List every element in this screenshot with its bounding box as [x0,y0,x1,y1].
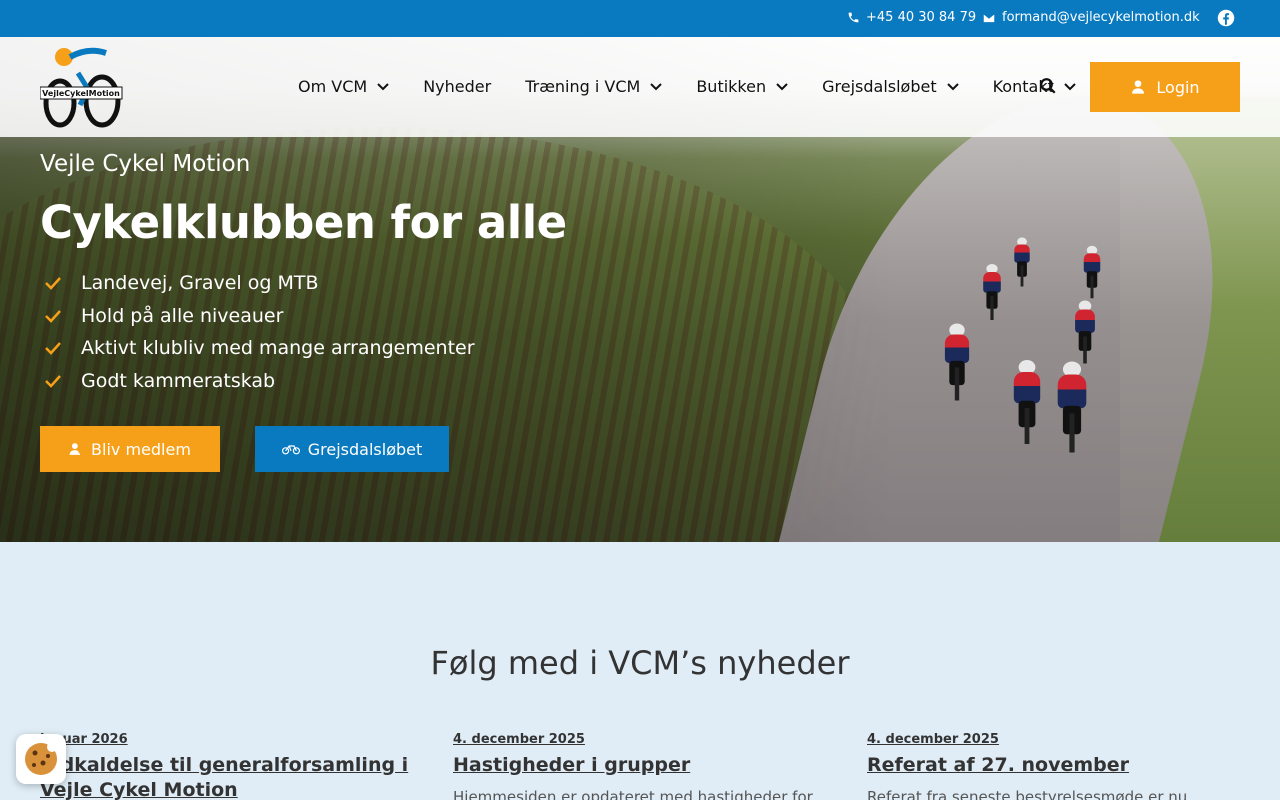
email-link[interactable]: formand@vejlecykelmotion.dk [982,10,1200,25]
nav-label: Nyheder [423,77,492,96]
button-label: Bliv medlem [91,439,191,459]
facebook-link[interactable] [1217,9,1235,27]
nav-item-traening[interactable]: Træning i VCM [525,77,663,96]
news-date[interactable]: 4. december 2025 [453,732,833,747]
news-title[interactable]: Hastigheder i grupper [453,753,833,778]
news-date[interactable]: januar 2026 [40,732,420,747]
bullet-text: Hold på alle niveauer [81,304,284,327]
chevron-down-icon [1064,82,1076,90]
user-plus-icon [69,443,82,455]
grejsdalslobet-button[interactable]: Grejsdalsløbet [255,426,449,472]
news-excerpt: Hjemmesiden er opdateret med hastigheder… [453,788,813,800]
user-icon [1132,80,1145,94]
chevron-down-icon [650,82,663,90]
login-button[interactable]: Login [1090,62,1240,112]
news-date[interactable]: 4. december 2025 [867,732,1247,747]
list-item: Godt kammeratskab [45,365,475,398]
nav-item-om-vcm[interactable]: Om VCM [298,77,389,96]
cookie-icon [25,742,57,775]
logo-text: VejleCykelMotion [42,89,120,98]
site-header: VejleCykelMotion Om VCM Nyheder Træning … [0,37,1280,137]
phone-icon [848,12,859,23]
search-button[interactable] [1039,77,1057,99]
list-item: Aktivt klubliv med mange arrangementer [45,332,475,365]
news-title[interactable]: Indkaldelse til generalforsamling i Vejl… [40,753,420,800]
news-card: januar 2026 Indkaldelse til generalforsa… [40,732,420,800]
nav-label: Om VCM [298,77,368,96]
check-icon [45,277,61,291]
phone-number: +45 40 30 84 79 [866,10,977,25]
news-title[interactable]: Referat af 27. november [867,753,1247,778]
nav-label: Træning i VCM [525,77,641,96]
list-item: Landevej, Gravel og MTB [45,267,475,300]
chevron-down-icon [377,82,389,90]
search-icon [1040,78,1056,94]
nav-label: Butikken [696,77,767,96]
list-item: Hold på alle niveauer [45,300,475,333]
hero-bullet-list: Landevej, Gravel og MTB Hold på alle niv… [45,267,475,397]
bicycle-icon [281,445,300,455]
top-bar: +45 40 30 84 79 formand@vejlecykelmotion… [0,0,1280,37]
chevron-down-icon [946,82,959,90]
news-card: 4. december 2025 Referat af 27. november… [867,732,1247,800]
news-excerpt: Referat fra seneste bestyrelsesmøde er n… [867,788,1188,800]
cookie-settings-button[interactable] [16,734,66,784]
check-icon [45,309,61,323]
nav-item-grejsdalslobet[interactable]: Grejsdalsløbet [822,77,959,96]
hero-headline: Cykelklubben for alle [40,196,567,249]
nav-item-nyheder[interactable]: Nyheder [423,77,491,96]
nav-item-butikken[interactable]: Butikken [696,77,788,96]
button-label: Grejsdalsløbet [307,439,423,459]
bullet-text: Aktivt klubliv med mange arrangementer [81,337,475,360]
hero-kicker: Vejle Cykel Motion [40,151,251,177]
become-member-button[interactable]: Bliv medlem [40,426,220,472]
bullet-text: Godt kammeratskab [81,369,276,392]
chevron-down-icon [776,82,788,90]
bullet-text: Landevej, Gravel og MTB [81,272,319,295]
login-label: Login [1156,77,1200,97]
news-section-title: Følg med i VCM’s nyheder [430,644,850,682]
check-icon [45,374,61,388]
email-address: formand@vejlecykelmotion.dk [1002,10,1200,25]
nav-label: Grejsdalsløbet [822,77,937,96]
facebook-icon [1217,9,1235,27]
envelope-icon [982,12,996,23]
site-logo[interactable]: VejleCykelMotion [39,43,124,131]
news-card: 4. december 2025 Hastigheder i grupper H… [453,732,833,800]
check-icon [45,342,61,356]
main-nav: Om VCM Nyheder Træning i VCM Butikken Gr… [298,77,1110,96]
phone-link[interactable]: +45 40 30 84 79 [847,10,976,25]
nav-item-kontakt[interactable]: Kontakt [993,77,1076,96]
